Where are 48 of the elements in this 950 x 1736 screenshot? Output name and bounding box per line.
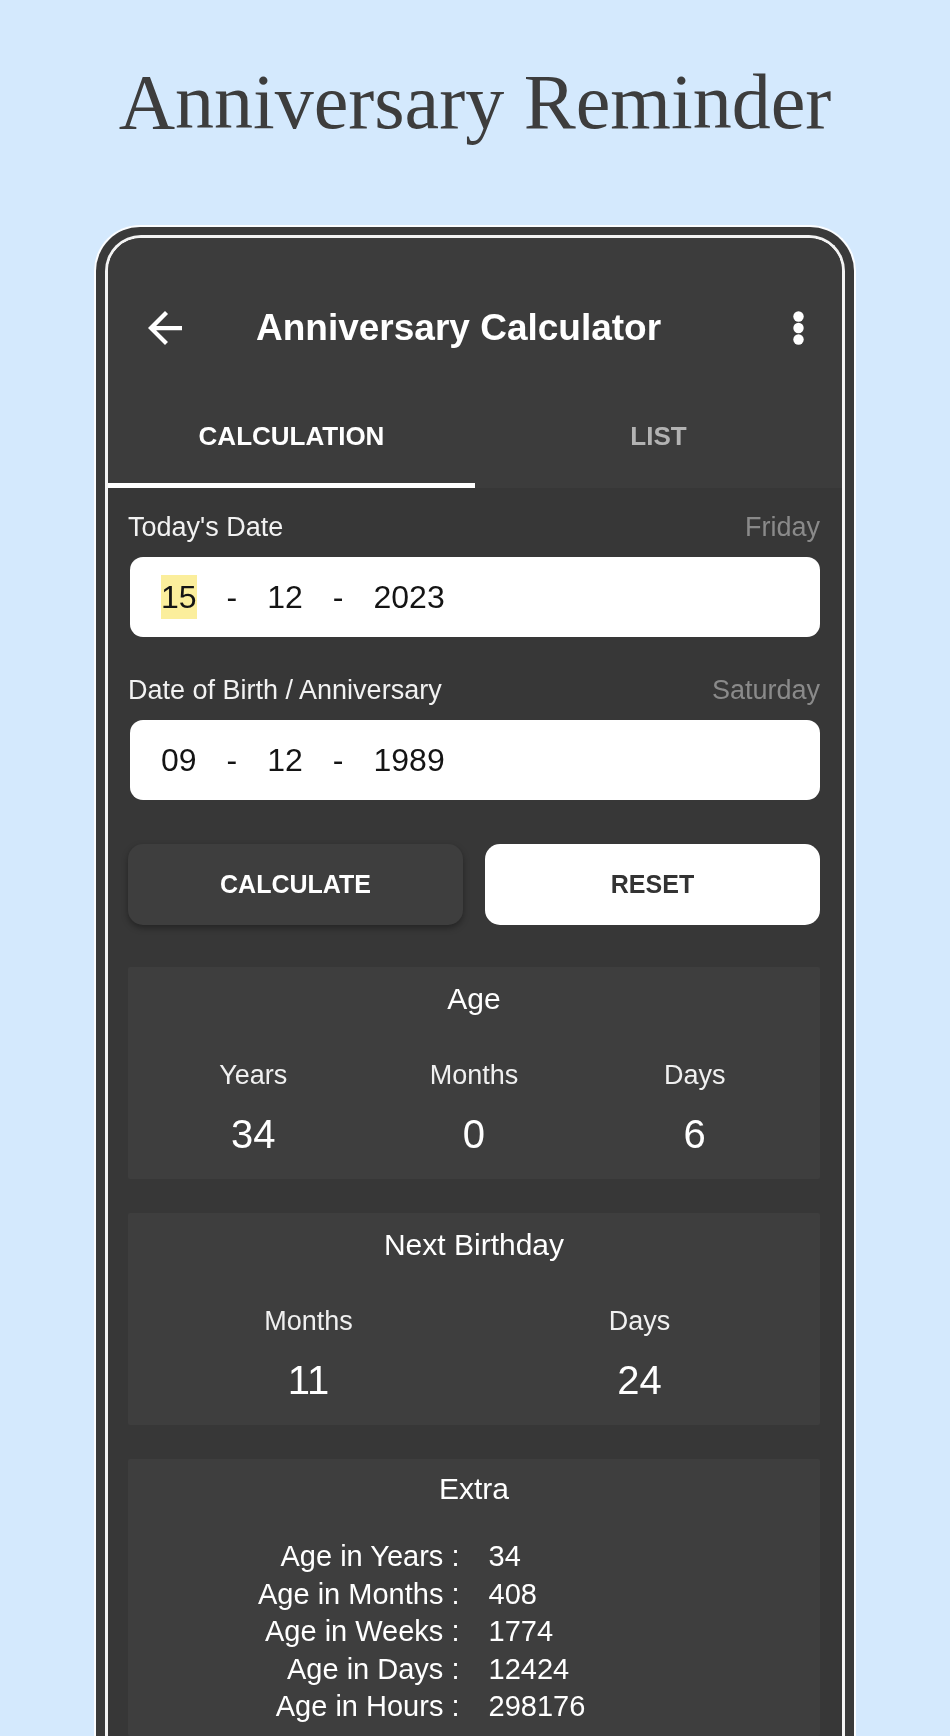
date-field[interactable]: 15 - 12 - 2023 bbox=[130, 557, 820, 637]
row-label: Age in Hours : bbox=[275, 1689, 460, 1724]
action-button[interactable]: RESET bbox=[485, 844, 820, 925]
action-button[interactable]: CALCULATE bbox=[128, 844, 463, 925]
stat-label: Days bbox=[608, 1305, 671, 1337]
weekday-label: Friday bbox=[745, 511, 820, 543]
field-label: Date of Birth / Anniversary bbox=[128, 674, 442, 706]
date-part: 12 bbox=[267, 578, 303, 617]
row-label: Age in Months : bbox=[258, 1576, 460, 1612]
date-part: 15 bbox=[161, 575, 197, 619]
row-label: Age in Weeks : bbox=[265, 1614, 460, 1649]
row-value: 298176 bbox=[488, 1689, 586, 1724]
date-part: 1989 bbox=[373, 741, 445, 780]
card-title: Age bbox=[447, 981, 501, 1017]
stat-label: Months bbox=[264, 1305, 353, 1337]
weekday-label: Saturday bbox=[711, 674, 820, 706]
arrow-left-icon bbox=[148, 311, 182, 345]
date-separator: - bbox=[226, 578, 238, 617]
field-label: Today's Date bbox=[128, 511, 284, 543]
tab[interactable]: CALCULATION bbox=[108, 390, 475, 488]
row-value: 34 bbox=[488, 1539, 521, 1574]
card-title: Next Birthday bbox=[383, 1227, 565, 1263]
stat-label: Days bbox=[663, 1059, 726, 1091]
more-button[interactable] bbox=[793, 311, 804, 345]
date-part: 09 bbox=[161, 741, 197, 780]
stat-label: Months bbox=[429, 1059, 519, 1091]
row-value: 1774 bbox=[488, 1614, 553, 1649]
date-separator: - bbox=[332, 578, 344, 617]
app-bar-title: Anniversary Calculator bbox=[256, 307, 662, 349]
date-field[interactable]: 09 - 12 - 1989 bbox=[130, 720, 820, 800]
card-title: Extra bbox=[439, 1471, 509, 1507]
date-part: 2023 bbox=[373, 578, 445, 617]
stat-value: 6 bbox=[683, 1111, 706, 1158]
row-value: 12424 bbox=[488, 1651, 570, 1687]
tab[interactable]: LIST bbox=[475, 390, 842, 488]
row-value: 408 bbox=[488, 1576, 537, 1612]
row-label: Age in Years : bbox=[280, 1539, 460, 1574]
stat-value: 34 bbox=[231, 1111, 276, 1158]
stat-label: Years bbox=[219, 1059, 288, 1091]
stat-value: 0 bbox=[462, 1111, 486, 1158]
date-separator: - bbox=[332, 741, 344, 780]
more-vertical-icon bbox=[793, 311, 804, 345]
stat-value: 24 bbox=[617, 1357, 662, 1404]
back-button[interactable] bbox=[148, 311, 182, 345]
row-label: Age in Days : bbox=[287, 1651, 460, 1687]
date-separator: - bbox=[226, 741, 238, 780]
date-part: 12 bbox=[267, 741, 303, 780]
stat-value: 11 bbox=[287, 1357, 330, 1404]
